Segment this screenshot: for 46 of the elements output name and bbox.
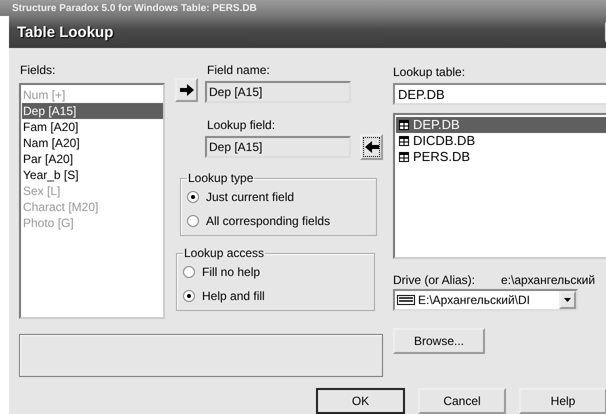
drive-value: E:\Архангельский\DI	[418, 293, 530, 307]
lookup-field-field[interactable]: Dep [A15]	[205, 136, 351, 158]
fields-label: Fields:	[20, 63, 56, 77]
dialog-button[interactable]: Help	[519, 388, 606, 414]
table-icon	[399, 152, 409, 162]
field-item[interactable]: Year_b [S]	[22, 167, 163, 183]
field-name-field[interactable]: Dep [A15]	[205, 81, 351, 103]
left-arrow-icon	[364, 141, 378, 153]
field-item[interactable]: Fam [A20]	[22, 119, 163, 135]
parent-window-title: Structure Paradox 5.0 for Windows Table: PERS.DB	[12, 3, 257, 14]
lookup-table-field[interactable]: DEP.DB	[393, 83, 606, 105]
browse-button[interactable]: Browse...	[393, 328, 485, 354]
dialog-button[interactable]: OK	[316, 388, 405, 414]
lookup-field-label: Lookup field:	[207, 118, 276, 132]
radio-option[interactable]: All corresponding fields	[187, 213, 368, 229]
right-arrow-icon	[180, 84, 194, 96]
table-item[interactable]: PERS.DB	[396, 149, 606, 165]
remove-field-button[interactable]	[360, 134, 383, 160]
radio-option[interactable]: Help and fill	[183, 288, 366, 304]
field-item[interactable]: Dep [A15]	[22, 103, 163, 119]
table-icon	[399, 136, 409, 146]
dropdown-button[interactable]	[559, 291, 576, 309]
field-item[interactable]: Par [A20]	[22, 151, 163, 167]
field-name-label: Field name:	[207, 63, 271, 77]
radio-button[interactable]	[183, 290, 195, 302]
table-icon	[399, 120, 409, 130]
radio-option[interactable]: Fill no help	[183, 264, 366, 280]
drive-path: e:\архангельский	[501, 273, 596, 287]
radio-button[interactable]	[187, 191, 199, 203]
drive-dropdown[interactable]: E:\Архангельский\DI	[393, 289, 578, 311]
drive-label: Drive (or Alias):	[393, 273, 476, 287]
field-item[interactable]: Nam [A20]	[22, 135, 163, 151]
add-field-button[interactable]	[175, 78, 198, 102]
table-item[interactable]: DEP.DB	[396, 117, 606, 133]
group-title: Lookup access	[183, 246, 266, 260]
dialog-button[interactable]: Cancel	[418, 388, 506, 414]
lookup-table-label: Lookup table:	[393, 65, 466, 79]
caret-icon	[564, 298, 571, 302]
table-list[interactable]: DEP.DB DICDB.DB PERS.DB	[393, 113, 606, 259]
radio-button[interactable]	[187, 215, 199, 227]
dialog-title: Table Lookup	[17, 24, 114, 40]
group-title: Lookup type	[187, 171, 254, 185]
radio-button[interactable]	[183, 266, 195, 278]
table-item[interactable]: DICDB.DB	[396, 133, 606, 149]
drive-icon	[397, 295, 415, 305]
radio-option[interactable]: Just current field	[187, 189, 368, 205]
